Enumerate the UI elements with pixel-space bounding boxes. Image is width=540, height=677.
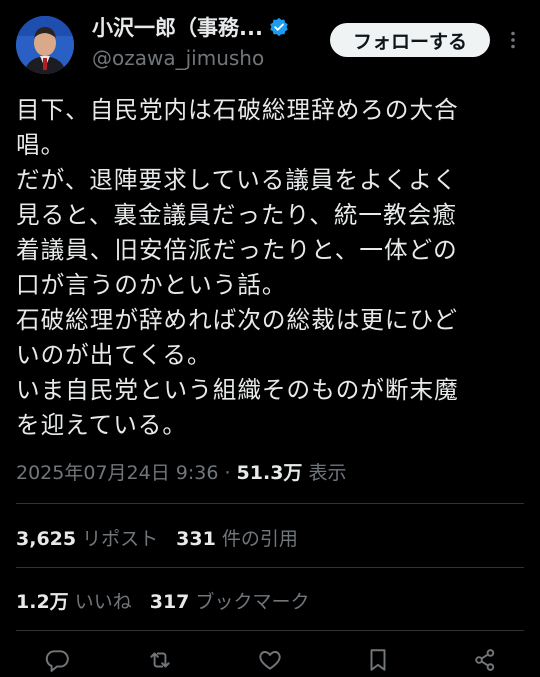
author-name[interactable]: 小沢一郎（事務... xyxy=(92,12,263,42)
share-icon[interactable] xyxy=(472,647,498,673)
bookmark-stat[interactable]: 317 ブックマーク xyxy=(150,591,310,613)
tweet-meta: 2025年07月24日 9:36 · 51.3万 表示 xyxy=(16,458,346,485)
more-icon[interactable] xyxy=(503,30,523,50)
tweet-timestamp[interactable]: 2025年07月24日 9:36 xyxy=(16,462,218,484)
verified-badge-icon xyxy=(270,17,288,37)
tweet-line: 目下、自民党内は石破総理辞めろの大合 xyxy=(16,96,459,124)
divider xyxy=(16,567,524,568)
tweet-line: だが、退陣要求している議員をよくよく xyxy=(16,166,458,194)
reply-icon[interactable] xyxy=(44,647,70,673)
tweet-line: 唱。 xyxy=(16,131,66,159)
tweet-text: 目下、自民党内は石破総理辞めろの大合 唱。 だが、退陣要求している議員をよくよく… xyxy=(16,93,524,443)
tweet-line: 着議員、旧安倍派だったりと、一体どの xyxy=(16,236,458,264)
repost-icon[interactable] xyxy=(147,647,173,673)
tweet-line: いのが出てくる。 xyxy=(16,341,212,369)
tweet-line: を迎えている。 xyxy=(16,411,187,439)
like-label: いいね xyxy=(74,591,132,613)
avatar[interactable] xyxy=(16,16,74,74)
action-bar xyxy=(0,643,540,675)
follow-button[interactable]: フォローする xyxy=(330,23,490,57)
repost-stat[interactable]: 3,625 リポスト xyxy=(16,528,158,550)
quote-count: 331 xyxy=(176,528,216,550)
view-count: 51.3万 xyxy=(236,462,303,484)
bookmark-icon[interactable] xyxy=(365,647,391,673)
quote-stat[interactable]: 331 件の引用 xyxy=(176,528,298,550)
tweet-line: 石破総理が辞めれば次の総裁は更にひど xyxy=(16,306,458,334)
tweet-line: 見ると、裏金議員だったり、統一教会癒 xyxy=(16,201,457,229)
like-bookmark-stats: 1.2万 いいね 317 ブックマーク xyxy=(16,587,309,614)
author-handle[interactable]: @ozawa_jimusho xyxy=(92,46,264,70)
quote-label: 件の引用 xyxy=(221,528,298,550)
repost-label: リポスト xyxy=(82,528,159,550)
tweet-header: 小沢一郎（事務... @ozawa_jimusho フォローする xyxy=(0,0,540,90)
like-stat[interactable]: 1.2万 いいね xyxy=(16,591,132,613)
repost-quote-stats: 3,625 リポスト 331 件の引用 xyxy=(16,524,298,551)
like-count: 1.2万 xyxy=(16,591,69,613)
meta-separator: · xyxy=(218,462,237,484)
bookmark-label: ブックマーク xyxy=(195,591,310,613)
tweet-line: 口が言うのかという話。 xyxy=(16,271,287,299)
like-icon[interactable] xyxy=(257,647,283,673)
divider xyxy=(16,503,524,504)
view-label: 表示 xyxy=(302,462,347,484)
bookmark-count: 317 xyxy=(149,591,190,613)
repost-count: 3,625 xyxy=(16,528,77,550)
divider xyxy=(16,630,524,631)
tweet-line: いま自民党という組織そのものが断末魔 xyxy=(16,376,459,404)
author-name-row[interactable]: 小沢一郎（事務... xyxy=(92,12,289,42)
